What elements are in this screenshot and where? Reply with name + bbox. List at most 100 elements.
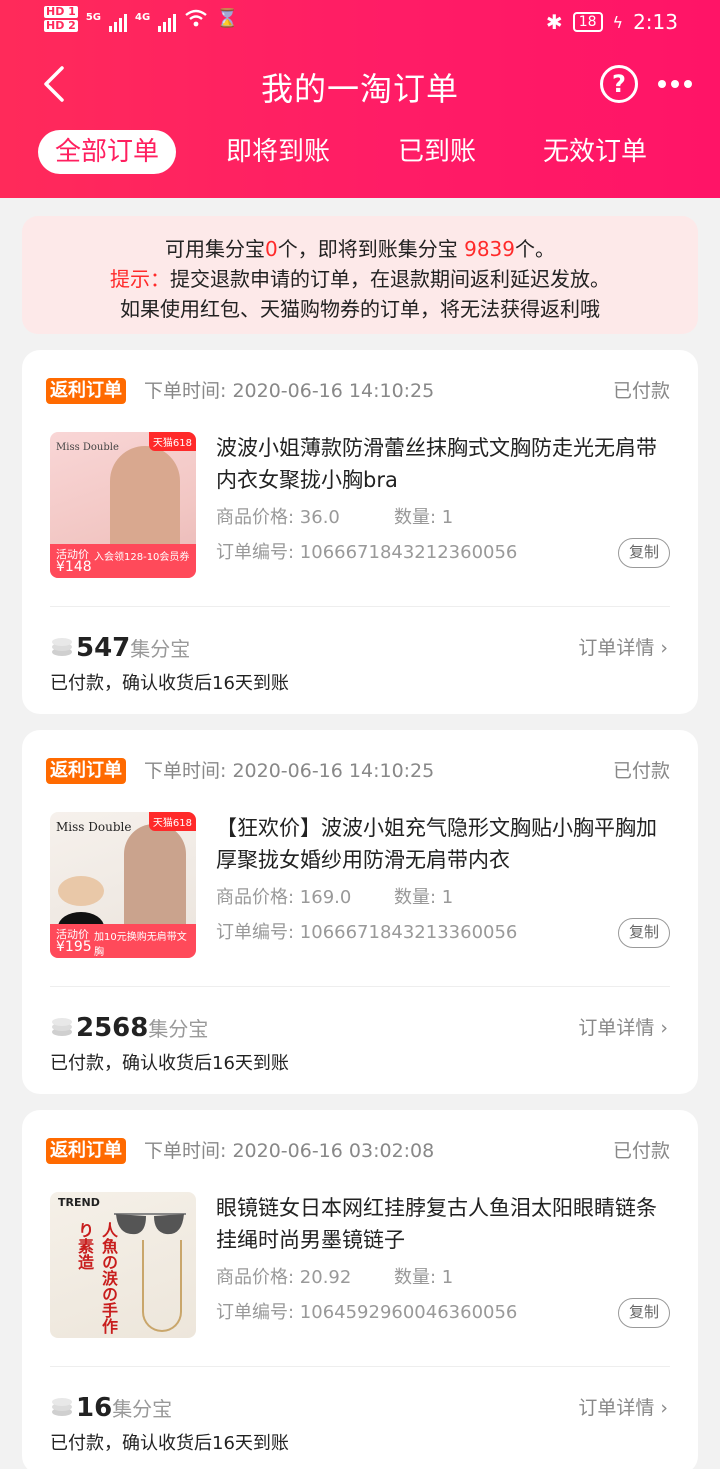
chevron-right-icon: › <box>654 1017 668 1039</box>
notice-line-2: 提示：提交退款申请的订单，在退款期间返利延迟发放。 <box>22 264 698 294</box>
arrival-note: 已付款，确认收货后16天到账 <box>50 1433 289 1454</box>
order-number: 订单编号: 1064592960046360056 <box>216 1302 518 1323</box>
order-time: 下单时间: 2020-06-16 03:02:08 <box>144 1140 435 1162</box>
order-time: 下单时间: 2020-06-16 14:10:25 <box>144 760 435 782</box>
clock: 2:13 <box>633 10 678 34</box>
tab-arrived[interactable]: 已到账 <box>384 130 490 174</box>
notice-pending-label: 个，即将到账集分宝 <box>277 237 465 261</box>
thumb-price-bar: 活动价 ¥195 加10元换购无肩带文胸 <box>50 924 196 958</box>
app-header: HD 1 HD 2 5G 4G ⌛ ✱ 18 ϟ 2:13 我的一淘订单 ? 全… <box>0 0 720 198</box>
wifi-icon <box>184 8 208 33</box>
order-detail-label: 订单详情 <box>578 637 655 659</box>
model-figure <box>110 446 180 556</box>
tip-text: 提交退款申请的订单，在退款期间返利延迟发放。 <box>170 267 610 291</box>
product-price: 商品价格: 20.92 <box>216 1267 352 1288</box>
charging-icon: ϟ <box>612 12 624 32</box>
thumb-price: ¥148 <box>56 559 92 575</box>
order-card[interactable]: 返利订单 下单时间: 2020-06-16 14:10:25 已付款 Miss … <box>22 350 698 714</box>
arrival-note: 已付款，确认收货后16天到账 <box>50 673 289 694</box>
tab-invalid[interactable]: 无效订单 <box>530 130 660 174</box>
notice-line-1: 可用集分宝0个，即将到账集分宝 9839个。 <box>22 234 698 264</box>
order-tabs: 全部订单 即将到账 已到账 无效订单 <box>0 128 720 178</box>
points-earned: 16集分宝 <box>76 1390 172 1427</box>
product-title[interactable]: 波波小姐薄款防滑蕾丝抹胸式文胸防走光无肩带内衣女聚拢小胸bra <box>216 432 670 496</box>
thumb-banner: 加10元换购无肩带文胸 <box>94 932 187 958</box>
order-detail-label: 订单详情 <box>578 1397 655 1419</box>
order-status: 已付款 <box>612 760 670 782</box>
order-detail-link[interactable]: 订单详情 › <box>578 1394 668 1422</box>
thumb-price: ¥195 <box>56 939 92 955</box>
order-number: 订单编号: 1066671843212360056 <box>216 542 518 563</box>
order-detail-link[interactable]: 订单详情 › <box>578 1014 668 1042</box>
model-figure <box>124 824 186 934</box>
product-quantity: 数量: 1 <box>394 887 454 908</box>
product-price: 商品价格: 169.0 <box>216 887 352 908</box>
divider <box>50 986 670 987</box>
net1-label: 5G <box>85 12 101 23</box>
hourglass-icon: ⌛ <box>216 8 239 29</box>
more-icon[interactable] <box>658 80 692 90</box>
status-right: ✱ 18 ϟ 2:13 <box>546 10 678 34</box>
points-value: 16 <box>76 1393 113 1423</box>
tab-pending[interactable]: 即将到账 <box>214 130 342 174</box>
arrival-note: 已付款，确认收货后16天到账 <box>50 1053 289 1074</box>
pending-points: 9839 <box>464 237 515 261</box>
signal2-icon <box>158 10 177 32</box>
rebate-tag: 返利订单 <box>46 758 126 784</box>
order-card[interactable]: 返利订单 下单时间: 2020-06-16 14:10:25 已付款 Miss … <box>22 730 698 1094</box>
hd-indicator: HD 1 HD 2 <box>44 6 78 32</box>
order-status: 已付款 <box>612 380 670 402</box>
thumb-brand: Miss Double <box>56 442 119 453</box>
coin-stack-icon <box>50 1396 74 1418</box>
tip-label: 提示： <box>110 267 170 291</box>
thumb-brand: TREND <box>58 1196 100 1209</box>
rebate-tag: 返利订单 <box>46 1138 126 1164</box>
notice-line-3: 如果使用红包、天猫购物券的订单，将无法获得返利哦 <box>120 297 600 321</box>
product-cup-beige <box>58 876 104 906</box>
available-points: 0 <box>265 237 278 261</box>
hd2-tag: HD 2 <box>44 19 78 32</box>
thumb-banner: 入会领128-10会员券 <box>94 552 190 563</box>
rebate-notice: 可用集分宝0个，即将到账集分宝 9839个。 提示：提交退款申请的订单，在退款期… <box>22 216 698 334</box>
copy-button[interactable]: 复制 <box>618 538 670 568</box>
notice-available-label: 可用集分宝 <box>165 237 265 261</box>
product-thumbnail[interactable]: TREND 人魚の涙の手作り素造 <box>50 1192 196 1338</box>
product-thumbnail[interactable]: Miss Double 天猫618 活动价 ¥148 入会领128-10会员券 <box>50 432 196 578</box>
points-value: 547 <box>76 633 131 663</box>
divider <box>50 606 670 607</box>
status-left: HD 1 HD 2 5G 4G ⌛ <box>44 6 239 33</box>
bluetooth-icon: ✱ <box>545 10 563 34</box>
copy-button[interactable]: 复制 <box>618 918 670 948</box>
product-title[interactable]: 眼镜链女日本网红挂脖复古人鱼泪太阳眼睛链条挂绳时尚男墨镜链子 <box>216 1192 670 1256</box>
points-earned: 2568集分宝 <box>76 1010 208 1047</box>
order-number: 订单编号: 1066671843213360056 <box>216 922 518 943</box>
notice-suffix: 个。 <box>515 237 555 261</box>
chevron-right-icon: › <box>654 1397 668 1419</box>
coin-stack-icon <box>50 636 74 658</box>
product-quantity: 数量: 1 <box>394 1267 454 1288</box>
product-title[interactable]: 【狂欢价】波波小姐充气隐形文胸贴小胸平胸加厚聚拢女婚纱用防滑无肩带内衣 <box>216 812 670 876</box>
order-card[interactable]: 返利订单 下单时间: 2020-06-16 03:02:08 已付款 TREND… <box>22 1110 698 1469</box>
hd1-tag: HD 1 <box>44 5 78 18</box>
thumb-brand: Miss Double <box>56 820 132 834</box>
rebate-tag: 返利订单 <box>46 378 126 404</box>
glasses-chain <box>142 1240 182 1332</box>
order-time: 下单时间: 2020-06-16 14:10:25 <box>144 380 435 402</box>
status-bar: HD 1 HD 2 5G 4G ⌛ ✱ 18 ϟ 2:13 <box>0 0 720 44</box>
nav-bar: 我的一淘订单 ? <box>0 50 720 118</box>
signal-icon <box>109 10 127 32</box>
product-thumbnail[interactable]: Miss Double 天猫618 活动价 ¥195 加10元换购无肩带文胸 <box>50 812 196 958</box>
copy-button[interactable]: 复制 <box>618 1298 670 1328</box>
points-value: 2568 <box>76 1013 149 1043</box>
order-status: 已付款 <box>612 1140 670 1162</box>
points-unit: 集分宝 <box>112 1397 173 1421</box>
sunglasses-image <box>110 1206 190 1242</box>
order-detail-link[interactable]: 订单详情 › <box>578 634 668 662</box>
battery-icon: 18 <box>572 12 603 32</box>
points-unit: 集分宝 <box>148 1017 209 1041</box>
product-quantity: 数量: 1 <box>394 507 454 528</box>
tmall-618-badge: 天猫618 <box>148 812 196 831</box>
help-icon[interactable]: ? <box>600 65 638 103</box>
tab-all-orders[interactable]: 全部订单 <box>38 130 176 174</box>
product-price: 商品价格: 36.0 <box>216 507 340 528</box>
